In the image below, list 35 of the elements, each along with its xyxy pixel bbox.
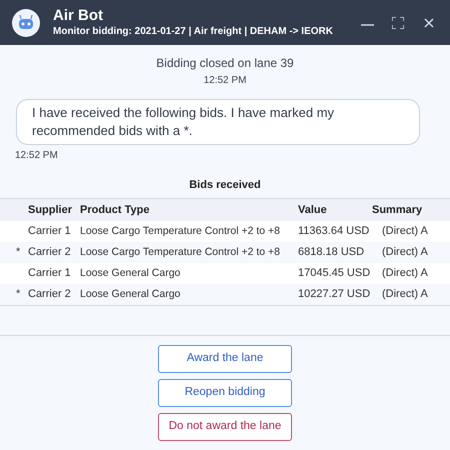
robot-avatar-icon: [12, 8, 40, 36]
table-cell-text: 10227.27 USD: [298, 287, 372, 302]
table-cell-text: Loose Cargo Temperature Control +2 to +8: [80, 224, 282, 239]
window-subtitle: Monitor bidding: 2021-01-27 | Air freight | DEHAM -> IEORK: [53, 24, 334, 38]
maximize-icon[interactable]: [392, 16, 404, 28]
chat-bubble: I have received the following bids. I have marked my recommended bids with a *.: [16, 99, 420, 145]
table-cell-text: (Direct) A: [381, 266, 429, 282]
column-header: Product Type: [80, 202, 150, 218]
table-cell-text: Carrier 2: [28, 245, 72, 260]
timestamp: 12:52 PM: [204, 74, 246, 88]
table-cell-text: Loose Cargo Temperature Control +2 to +8: [80, 244, 282, 260]
status-message: Bidding closed on lane 39: [156, 55, 294, 71]
action-button[interactable]: Do not award the lane: [158, 413, 292, 441]
recommended-mark: *: [15, 287, 22, 302]
column-header: Supplier: [28, 202, 74, 218]
window-title: Air Bot: [53, 6, 104, 24]
table-cell-text: Carrier 1: [28, 266, 72, 282]
action-button[interactable]: Award the lane: [158, 345, 292, 373]
table-cell-text: 6818.18 USD: [298, 245, 366, 260]
column-header: Summary: [372, 202, 424, 218]
table-cell-text: (Direct) A: [381, 245, 429, 260]
table-cell-text: Carrier 1: [28, 224, 72, 240]
column-header: Value: [298, 202, 328, 218]
table-title: Bids received: [189, 178, 261, 192]
table-cell-text: Loose General Cargo: [80, 286, 182, 302]
table-cell-text: Carrier 2: [28, 287, 72, 302]
action-button[interactable]: Reopen bidding: [158, 379, 292, 407]
table-cell-text: Loose General Cargo: [80, 266, 182, 281]
table-cell-text: 17045.45 USD: [298, 266, 372, 282]
recommended-mark: *: [15, 245, 22, 260]
timestamp: 12:52 PM: [15, 149, 59, 163]
table-cell-text: (Direct) A: [381, 224, 429, 240]
close-icon[interactable]: [424, 18, 434, 28]
table-cell-text: (Direct) A: [381, 287, 429, 302]
table-cell-text: 11363.64 USD: [298, 224, 370, 240]
